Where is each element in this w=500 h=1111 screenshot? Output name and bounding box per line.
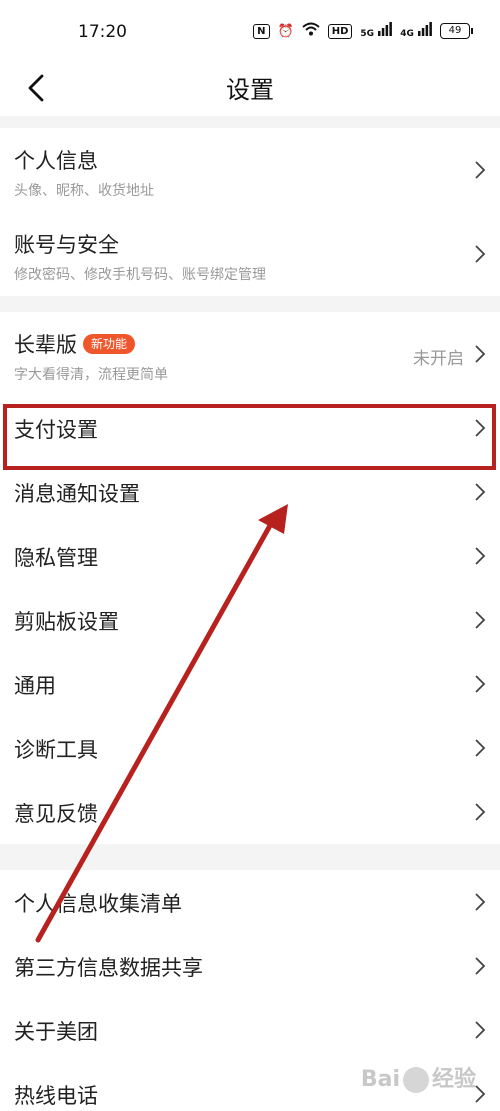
settings-item-label: 消息通知设置 [14, 482, 140, 506]
nav-bar: 设置 [0, 60, 500, 116]
watermark-text-left: Bai [360, 1067, 400, 1092]
settings-item-account-security[interactable]: 账号与安全 修改密码、修改手机号码、账号绑定管理 [0, 212, 500, 296]
settings-item-label: 长辈版 新功能 [14, 329, 136, 359]
chevron-right-icon [475, 675, 486, 693]
settings-item-subtitle: 字大看得清，流程更简单 [14, 367, 168, 383]
settings-item-general[interactable]: 通用 [0, 652, 500, 716]
hd-icon: HD [327, 23, 353, 39]
chevron-right-icon [475, 957, 486, 975]
elder-mode-label: 长辈版 [14, 333, 77, 357]
nfc-icon: N [253, 23, 270, 39]
settings-item-label: 意见反馈 [14, 802, 98, 826]
status-bar: 17:20 N ⏰ HD 5G 4G 49 [0, 0, 500, 60]
settings-item-label: 热线电话 [14, 1084, 98, 1108]
settings-group-account: 个人信息 头像、昵称、收货地址 账号与安全 修改密码、修改手机号码、账号绑定管理 [0, 128, 500, 296]
settings-item-label: 第三方信息数据共享 [14, 956, 203, 980]
settings-item-label: 个人信息收集清单 [14, 892, 182, 916]
settings-item-privacy[interactable]: 隐私管理 [0, 524, 500, 588]
settings-item-payment[interactable]: 支付设置 [0, 396, 500, 460]
signal-5g-label: 5G [360, 29, 375, 39]
alarm-icon: ⏰ [277, 23, 294, 39]
settings-group-general: 长辈版 新功能 字大看得清，流程更简单 未开启 支付设置 消息通知设置 隐私管理 … [0, 312, 500, 844]
battery-icon: 49 [440, 23, 473, 39]
status-icons: N ⏰ HD 5G 4G 49 [253, 22, 473, 40]
elder-mode-status: 未开启 [413, 349, 464, 369]
settings-item-label: 剪贴板设置 [14, 610, 119, 634]
settings-item-elder-mode[interactable]: 长辈版 新功能 字大看得清，流程更简单 未开启 [0, 312, 500, 396]
settings-item-label: 隐私管理 [14, 546, 98, 570]
watermark-text-right: 经验 [431, 1067, 476, 1092]
chevron-right-icon [475, 547, 486, 565]
settings-item-notifications[interactable]: 消息通知设置 [0, 460, 500, 524]
chevron-right-icon [475, 483, 486, 501]
paw-icon [402, 1067, 429, 1093]
settings-item-label: 诊断工具 [14, 738, 98, 762]
new-feature-badge: 新功能 [83, 334, 136, 354]
chevron-right-icon [475, 161, 486, 179]
chevron-right-icon [475, 803, 486, 821]
settings-item-label: 关于美团 [14, 1020, 98, 1044]
settings-item-label: 账号与安全 [14, 233, 119, 257]
settings-item-label: 个人信息 [14, 149, 98, 173]
settings-item-label: 支付设置 [14, 418, 98, 442]
settings-item-subtitle: 修改密码、修改手机号码、账号绑定管理 [14, 267, 266, 283]
chevron-right-icon [475, 345, 486, 363]
chevron-right-icon [475, 245, 486, 263]
settings-item-subtitle: 头像、昵称、收货地址 [14, 183, 154, 199]
chevron-right-icon [475, 739, 486, 757]
wifi-icon [302, 22, 320, 40]
page-title: 设置 [226, 76, 274, 104]
chevron-right-icon [475, 1021, 486, 1039]
settings-item-label: 通用 [14, 674, 56, 698]
chevron-right-icon [475, 611, 486, 629]
chevron-right-icon [475, 419, 486, 437]
settings-item-diagnostics[interactable]: 诊断工具 [0, 716, 500, 780]
signal-4g-icon: 4G [400, 22, 432, 40]
chevron-right-icon [475, 893, 486, 911]
signal-4g-label: 4G [400, 29, 414, 39]
settings-item-about[interactable]: 关于美团 [0, 998, 500, 1062]
settings-item-personal-info[interactable]: 个人信息 头像、昵称、收货地址 [0, 128, 500, 212]
signal-5g-icon: 5G [360, 22, 393, 40]
watermark-logo: Bai 经验 [361, 1061, 476, 1093]
settings-item-clipboard[interactable]: 剪贴板设置 [0, 588, 500, 652]
status-time: 17:20 [78, 22, 127, 42]
settings-item-feedback[interactable]: 意见反馈 [0, 780, 500, 844]
settings-item-info-collection[interactable]: 个人信息收集清单 [0, 870, 500, 934]
settings-item-third-party-sharing[interactable]: 第三方信息数据共享 [0, 934, 500, 998]
